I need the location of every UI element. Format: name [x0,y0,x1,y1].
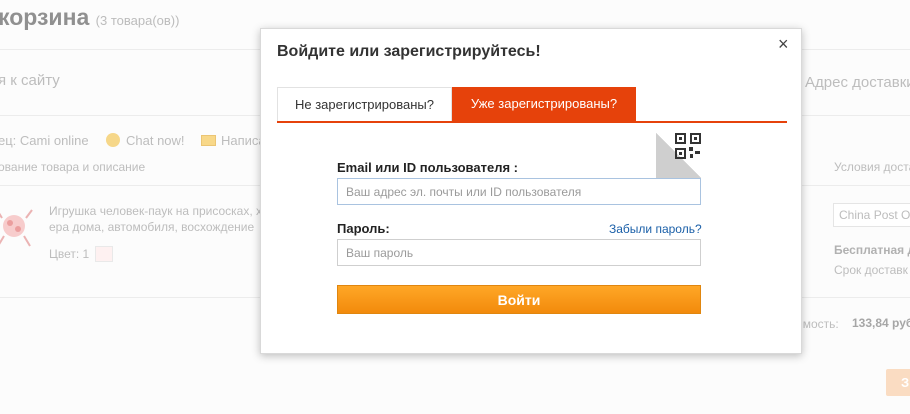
modal-title: Войдите или зарегистрируйтесь! [277,43,541,60]
login-button[interactable]: Войти [337,285,701,314]
forgot-password-link[interactable]: Забыли пароль? [609,222,702,236]
email-label: Email или ID пользователя : [337,160,518,175]
qr-code-icon[interactable] [656,133,701,178]
login-modal: Войдите или зарегистрируйтесь! × Не заре… [260,28,802,354]
password-input[interactable] [337,239,701,266]
tab-not-registered[interactable]: Не зарегистрированы? [277,87,452,121]
close-icon[interactable]: × [778,35,789,53]
password-label: Пароль: [337,221,390,236]
auth-tabs: Не зарегистрированы? Уже зарегистрирован… [277,87,787,123]
email-input[interactable] [337,178,701,205]
tab-already-registered[interactable]: Уже зарегистрированы? [452,87,636,121]
